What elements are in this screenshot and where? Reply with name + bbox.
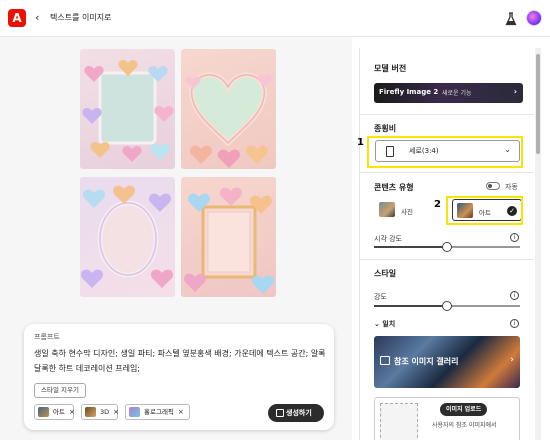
holographic-thumbnail-icon (129, 407, 140, 417)
photo-thumbnail-icon (379, 202, 395, 217)
model-version-title: 모델 버전 (374, 64, 407, 73)
user-avatar[interactable] (526, 10, 542, 26)
back-chevron-icon[interactable]: ‹ (35, 10, 39, 26)
prompt-input[interactable]: 생일 축하 현수막 디자인; 생일 파티; 파스텔 옆분홍색 배경; 가운데에 … (34, 346, 326, 376)
highlight-aspect-ratio (367, 136, 523, 168)
visual-strength-slider[interactable] (374, 242, 520, 252)
generated-image-3[interactable] (80, 177, 175, 297)
style-tag-art[interactable]: 아트 × (34, 404, 75, 420)
info-icon[interactable]: i (510, 319, 519, 328)
generate-label: 생성하기 (286, 409, 312, 417)
intensity-label: 강도 (374, 293, 387, 301)
generated-image-2[interactable] (181, 49, 276, 169)
aspect-ratio-title: 종횡비 (374, 124, 397, 133)
generated-image-1[interactable] (80, 49, 175, 169)
divider (360, 114, 534, 115)
divider (360, 259, 534, 260)
annotation-number-1: 1 (357, 137, 364, 148)
scrollbar-thumb[interactable] (536, 54, 540, 154)
generate-button[interactable]: 생성하기 (268, 404, 324, 422)
style-tag-holographic[interactable]: 홀로그래픽 × (125, 404, 190, 420)
content-type-photo[interactable]: 사진 (375, 199, 415, 221)
prompt-panel: 프롬프트 생일 축하 현수막 디자인; 생일 파티; 파스텔 옆분홍색 배경; … (24, 324, 334, 430)
page-title: 텍스트를 이미지로 (50, 13, 112, 22)
slider-fill (374, 246, 447, 248)
content-type-title: 콘텐츠 유형 (374, 183, 414, 192)
tag-label: 아트 (53, 408, 65, 416)
reference-gallery-button[interactable]: 참조 이미지 갤러리 › (374, 336, 520, 388)
gallery-icon (380, 356, 390, 365)
settings-panel: 모델 버전 Firefly Image 2 새로운 기능 › 종횡비 세로(3:… (359, 48, 534, 440)
chevron-down-icon: ⌄ (374, 320, 380, 328)
close-icon[interactable]: × (178, 408, 184, 416)
tag-label: 3D (100, 408, 110, 416)
3d-thumbnail-icon (85, 407, 96, 417)
generated-image-4[interactable] (181, 177, 276, 297)
prompt-label: 프롬프트 (34, 333, 60, 341)
art-thumbnail-icon (38, 407, 49, 417)
slider-fill (374, 305, 447, 307)
model-version-selector[interactable]: Firefly Image 2 새로운 기능 › (374, 83, 523, 103)
chevron-right-icon: › (510, 355, 514, 365)
visual-strength-label: 시각 강도 (374, 235, 402, 243)
clear-style-button[interactable]: 스타일 지우기 (34, 383, 86, 398)
generate-icon (276, 409, 284, 417)
upload-image-icon (380, 403, 418, 440)
auto-toggle[interactable] (486, 182, 500, 190)
style-tag-3d[interactable]: 3D × (81, 404, 119, 420)
upload-description: 사용자의 참조 이미지에서 (432, 422, 497, 429)
flask-icon[interactable] (505, 12, 517, 26)
intensity-slider[interactable] (374, 301, 520, 311)
highlight-content-type-art (446, 196, 523, 225)
content-type-label: 사진 (401, 208, 413, 216)
toggle-knob (488, 184, 492, 188)
info-icon[interactable]: i (510, 233, 519, 242)
upload-reference-box[interactable]: 이미지 업로드 사용자의 참조 이미지에서 (374, 397, 520, 440)
style-title: 스타일 (374, 269, 397, 278)
info-icon[interactable]: i (510, 291, 519, 300)
adobe-logo[interactable]: A (8, 9, 26, 27)
upload-image-button[interactable]: 이미지 업로드 (440, 403, 488, 416)
slider-handle[interactable] (442, 242, 452, 252)
close-icon[interactable]: × (69, 408, 75, 416)
close-icon[interactable]: × (113, 408, 119, 416)
divider (360, 172, 534, 173)
chevron-right-icon: › (513, 87, 517, 96)
effect-match-section[interactable]: ⌄ 일치 (374, 319, 395, 329)
auto-label: 자동 (505, 183, 518, 191)
new-feature-badge: 새로운 기능 (442, 90, 472, 97)
annotation-number-2: 2 (434, 199, 441, 210)
slider-handle[interactable] (442, 301, 452, 311)
reference-gallery-label: 참조 이미지 갤러리 (394, 357, 459, 366)
tag-label: 홀로그래픽 (144, 408, 174, 416)
model-name: Firefly Image 2 (379, 88, 439, 96)
app-header: A ‹ 텍스트를 이미지로 (0, 0, 550, 37)
effect-label: 일치 (382, 320, 396, 328)
panel-scrollbar[interactable] (535, 48, 541, 440)
